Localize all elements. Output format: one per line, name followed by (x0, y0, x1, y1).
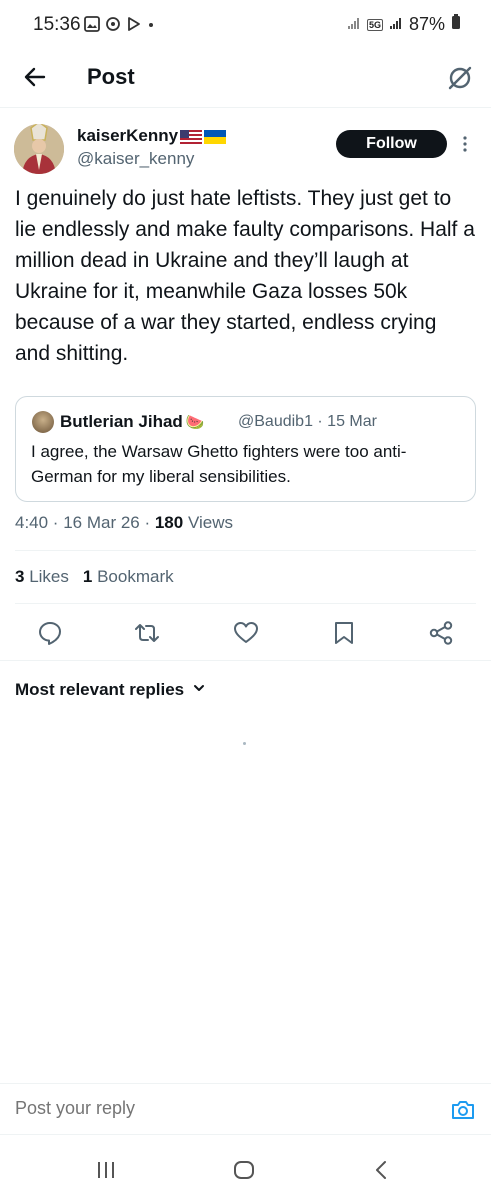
likes-label: Likes (24, 567, 69, 586)
retweet-icon[interactable] (134, 620, 160, 646)
quote-avatar (32, 411, 54, 433)
reply-composer (0, 1083, 491, 1135)
sync-icon (105, 16, 121, 37)
bookmark-icon[interactable] (331, 620, 357, 646)
status-time: 15:36 (33, 14, 81, 35)
replies-sort-dropdown[interactable]: Most relevant replies (15, 680, 206, 700)
bookmarks-label: Bookmark (92, 567, 174, 586)
battery-icon (451, 14, 461, 35)
us-flag-icon (180, 129, 203, 144)
page-title: Post (87, 64, 135, 89)
follow-button[interactable]: Follow (336, 130, 447, 158)
divider (0, 660, 491, 661)
network-5g-icon: 5G (366, 18, 383, 31)
chevron-down-icon (192, 680, 206, 700)
quote-text: I agree, the Warsaw Ghetto fighters were… (31, 442, 407, 486)
signal-icon (389, 14, 403, 35)
status-bar: 15:36 5G 87% (0, 0, 491, 50)
more-options-icon[interactable] (458, 134, 472, 154)
post-header: Post (0, 50, 491, 108)
avatar[interactable] (14, 124, 64, 174)
bookmarks-stat[interactable]: 1 Bookmark (83, 567, 174, 587)
share-icon[interactable] (428, 620, 454, 646)
reply-input[interactable] (15, 1098, 415, 1119)
quote-meta: @Baudib1 · 15 Mar (238, 413, 377, 430)
likes-stat[interactable]: 3 Likes (15, 567, 69, 587)
author-handle[interactable]: @kaiser_kenny (77, 149, 194, 169)
recent-apps-icon[interactable] (94, 1158, 118, 1182)
replies-sort-label: Most relevant replies (15, 680, 185, 699)
quoted-post[interactable]: Butlerian Jihad 🍉 @Baudib1 · 15 Mar I ag… (15, 396, 476, 502)
grok-icon[interactable] (446, 64, 474, 92)
dot-icon (147, 16, 155, 37)
author-name-text[interactable]: kaiserKenny (77, 126, 178, 146)
arrow-left-icon[interactable] (22, 64, 48, 90)
author-name[interactable]: kaiserKenny (77, 126, 227, 146)
signal-icon (347, 14, 361, 35)
quote-author-name: Butlerian Jihad 🍉 (60, 412, 205, 432)
post-timestamp: 4:40 · 16 Mar 26 · 180 Views (15, 513, 233, 533)
post-time: 4:40 · 16 Mar 26 · (15, 513, 155, 532)
battery-percent: 87% (408, 14, 445, 34)
loading-indicator (243, 742, 246, 745)
camera-icon[interactable] (450, 1098, 476, 1122)
quote-author-name-text: Butlerian Jihad (60, 412, 183, 431)
bookmarks-count: 1 (82, 567, 93, 586)
views-label: Views (183, 513, 233, 532)
divider (15, 603, 476, 604)
post-text: I genuinely do just hate leftists. They … (15, 187, 475, 365)
back-nav-icon[interactable] (370, 1158, 394, 1182)
play-store-icon (126, 16, 142, 37)
action-bar (0, 616, 491, 650)
post-stats: 3 Likes 1 Bookmark (15, 567, 174, 587)
divider (15, 550, 476, 551)
watermelon-icon: 🍉 (185, 414, 205, 431)
like-icon[interactable] (233, 620, 259, 646)
reply-icon[interactable] (37, 620, 63, 646)
image-icon (84, 16, 100, 37)
ukraine-flag-icon (204, 129, 227, 144)
system-nav-bar (0, 1140, 491, 1200)
views-count: 180 (154, 513, 184, 532)
home-icon[interactable] (232, 1158, 256, 1182)
